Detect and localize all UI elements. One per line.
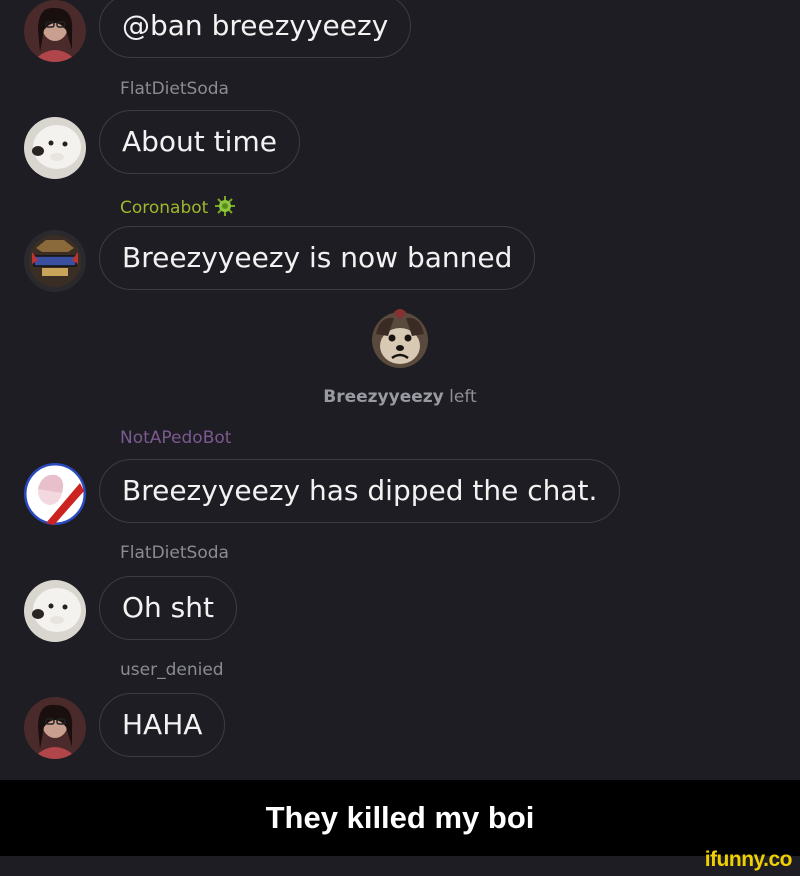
virus-icon [214,195,236,222]
username-label[interactable]: NotAPedoBot [120,428,231,448]
system-action: left [449,387,477,407]
ifunny-watermark: ifunny.co [704,848,793,871]
footer-strip [0,856,800,876]
message-bubble[interactable]: @ban breezyyeezy [99,0,412,58]
username-text: Coronabot [120,198,209,218]
woman-avatar[interactable] [24,0,86,62]
message-bubble[interactable]: Breezyyeezy has dipped the chat. [99,459,621,523]
dog-avatar[interactable] [24,117,86,179]
system-user[interactable]: Breezyyeezy [323,387,444,407]
sad-dog-icon [368,306,432,370]
meme-caption: They killed my boi [0,780,800,856]
message-bubble[interactable]: About time [99,110,300,174]
dog-avatar[interactable] [24,580,86,642]
username-label[interactable]: FlatDietSoda [120,79,229,99]
woman-avatar[interactable] [24,697,86,759]
anime-badge-avatar[interactable] [24,463,86,525]
message-bubble[interactable]: Breezyyeezy is now banned [99,226,536,290]
system-message: Breezyyeezy left [0,387,800,407]
message-bubble[interactable]: Oh sht [99,576,237,640]
username-label[interactable]: Coronabot [120,195,236,222]
username-label[interactable]: user_denied [120,660,224,680]
username-label[interactable]: FlatDietSoda [120,543,229,563]
message-bubble[interactable]: HAHA [99,693,226,757]
chat-log: @ban breezyyeezy FlatDietSoda About time… [0,0,800,780]
clever-bot-avatar[interactable] [24,230,86,292]
